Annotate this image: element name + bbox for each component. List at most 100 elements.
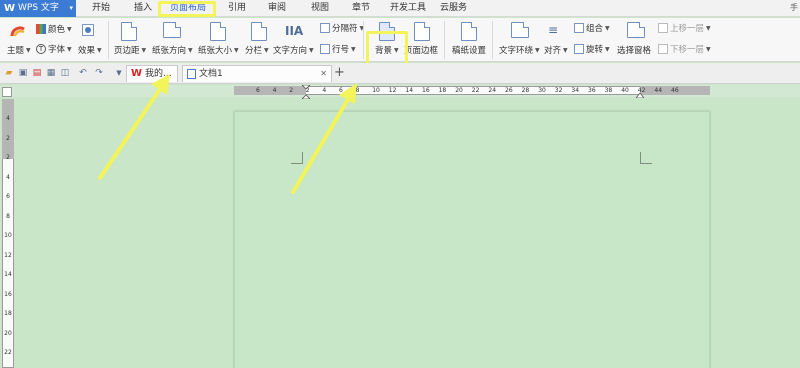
paper-size-button[interactable]: 纸张大小 ▼	[198, 44, 239, 56]
ruler-tick-label: 38	[604, 87, 613, 94]
ruler-left-margin	[234, 86, 306, 95]
theme-label: 主题	[7, 46, 25, 56]
document-page[interactable]	[234, 111, 710, 368]
effects-icon	[82, 24, 94, 36]
ruler-top-margin	[2, 99, 14, 159]
chevron-down-icon: ▼	[605, 45, 610, 53]
manuscript-setup-button[interactable]: 稿纸设置	[452, 44, 486, 56]
tab-home[interactable]: 开始	[92, 0, 110, 17]
ruler-tick-label: 16	[422, 87, 430, 94]
ruler-tick-label: 26	[505, 87, 513, 94]
tab-cloud[interactable]: 云服务	[440, 0, 467, 17]
align-button[interactable]: 对齐 ▼	[544, 44, 568, 56]
theme-icon	[10, 26, 25, 37]
orientation-icon	[163, 22, 181, 38]
tab-view[interactable]: 视图	[311, 0, 329, 17]
bring-forward-icon	[658, 23, 668, 33]
selection-pane-icon	[627, 22, 645, 38]
font-icon: T	[36, 44, 46, 54]
chevron-down-icon: ▼	[309, 46, 314, 54]
print-preview-icon[interactable]: ◫	[60, 68, 70, 78]
margins-button[interactable]: 页边距 ▼	[114, 44, 146, 56]
text-wrap-button[interactable]: 文字环绕 ▼	[499, 44, 540, 56]
paper-size-label: 纸张大小	[198, 46, 233, 56]
send-backward-label: 下移一层	[670, 45, 705, 55]
tab-review[interactable]: 审阅	[268, 0, 286, 17]
tab-insert[interactable]: 插入	[134, 0, 152, 17]
orientation-button[interactable]: 纸张方向 ▼	[152, 44, 193, 56]
tab-chapter[interactable]: 章节	[352, 0, 370, 17]
chevron-down-icon: ▼	[605, 24, 610, 32]
bring-forward-button[interactable]: 上移一层 ▼	[658, 22, 711, 34]
export-pdf-icon[interactable]: ▤	[32, 68, 42, 78]
doc-tab-document1[interactable]: 文档1 ✕	[182, 65, 332, 82]
tab-references[interactable]: 引用	[228, 0, 246, 17]
doc-tab-label: 文档1	[199, 69, 223, 79]
chevron-down-icon[interactable]: ▼	[114, 68, 124, 78]
page-border-button[interactable]: 页面边框	[404, 44, 438, 56]
rotate-icon	[574, 44, 584, 54]
line-numbers-button[interactable]: 行号 ▼	[320, 43, 356, 55]
fonts-label: 字体	[48, 45, 66, 55]
redo-icon[interactable]: ↷	[94, 68, 104, 78]
manuscript-setup-icon	[461, 22, 477, 41]
caret-down-icon: ▾	[69, 4, 73, 12]
fonts-button[interactable]: T 字体 ▼	[36, 43, 72, 55]
close-icon[interactable]: ✕	[320, 66, 327, 82]
chevron-down-icon: ▼	[67, 25, 72, 33]
ribbon-page-layout: 主题 ▼ 颜色 ▼ T 字体 ▼ 效果 ▼ 页边距 ▼ 纸张方向 ▼ 纸张大小 ▼	[0, 18, 800, 79]
ruler-tick-label: 20	[455, 87, 463, 94]
line-numbers-icon	[320, 44, 330, 54]
text-direction-icon: IIA	[285, 24, 304, 38]
bring-forward-label: 上移一层	[670, 24, 705, 34]
chevron-down-icon: ▼	[535, 46, 540, 54]
ruler-tick-label: 2	[6, 154, 10, 161]
ruler-tick-label: 2	[289, 87, 294, 94]
ruler-tick-label: 46	[671, 87, 679, 94]
text-wrap-label: 文字环绕	[499, 46, 534, 56]
ruler-tick-label: 22	[4, 349, 12, 356]
doc-tab-my[interactable]: W 我的...	[126, 65, 178, 82]
ruler-toggle-corner[interactable]	[2, 87, 12, 97]
group-button[interactable]: 组合 ▼	[574, 22, 610, 34]
ruler-tick-label: 4	[322, 87, 327, 94]
ruler-tick-label: 8	[6, 212, 10, 220]
breaks-button[interactable]: 分隔符 ▼	[320, 22, 364, 34]
ribbon-separator	[492, 21, 493, 59]
quick-access-bar: ▰ ▣ ▤ ▦ ◫ ↶ ↷ ▼ W 我的... 文档1 ✕ +	[0, 63, 800, 84]
selection-pane-button[interactable]: 选择窗格	[617, 44, 651, 56]
rotate-label: 旋转	[586, 45, 604, 55]
active-tab-highlight-box	[158, 1, 216, 17]
selection-pane-label: 选择窗格	[617, 46, 652, 56]
text-direction-label: 文字方向	[273, 46, 308, 56]
print-icon[interactable]: ▦	[46, 68, 56, 78]
page-break-icon	[320, 23, 330, 33]
effects-label: 效果	[78, 46, 96, 56]
wps-logo-icon: W	[131, 68, 143, 79]
group-label: 组合	[586, 24, 604, 34]
text-direction-button[interactable]: 文字方向 ▼	[273, 44, 314, 56]
new-tab-plus-icon[interactable]: +	[334, 66, 345, 79]
columns-button[interactable]: 分栏 ▼	[245, 44, 269, 56]
menu-right-stub[interactable]: 手	[790, 2, 798, 13]
document-icon	[187, 69, 196, 79]
send-backward-button[interactable]: 下移一层 ▼	[658, 43, 711, 55]
send-backward-icon	[658, 44, 668, 54]
colors-button[interactable]: 颜色 ▼	[36, 23, 72, 35]
breaks-label: 分隔符	[332, 24, 358, 34]
undo-icon[interactable]: ↶	[78, 68, 88, 78]
wps-app-menu-button[interactable]: W WPS 文字 ▾	[0, 0, 76, 17]
save-icon[interactable]: ▣	[18, 68, 28, 78]
chevron-down-icon: ▼	[188, 46, 193, 54]
open-folder-icon[interactable]: ▰	[4, 68, 14, 78]
theme-button[interactable]: 主题 ▼	[7, 44, 31, 56]
ruler-tick-label: 16	[4, 290, 12, 298]
effects-button[interactable]: 效果 ▼	[78, 44, 102, 56]
ruler-tick-label: 24	[488, 87, 497, 94]
rotate-button[interactable]: 旋转 ▼	[574, 43, 610, 55]
chevron-down-icon: ▼	[67, 45, 72, 53]
app-title: WPS 文字	[18, 3, 59, 13]
wps-logo-icon: W	[4, 3, 16, 14]
chevron-down-icon: ▼	[264, 46, 269, 54]
tab-developer[interactable]: 开发工具	[390, 0, 426, 17]
